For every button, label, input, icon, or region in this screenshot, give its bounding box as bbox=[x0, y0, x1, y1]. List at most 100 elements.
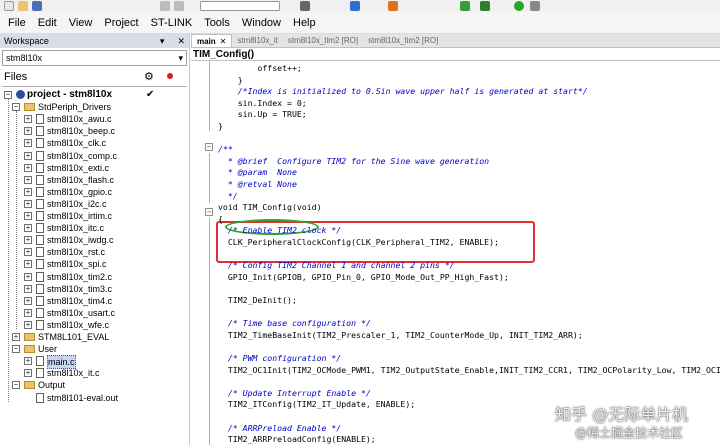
tree-file-item[interactable]: + stm8l10x_tim3.c bbox=[0, 283, 188, 295]
expand-icon[interactable]: + bbox=[24, 212, 32, 220]
tree-folder-item[interactable]: − StdPeriph_Drivers bbox=[0, 101, 188, 113]
tree-folder-item[interactable]: + STM8L101_EVAL bbox=[0, 331, 188, 343]
tree-folder-item[interactable]: − Output bbox=[0, 379, 188, 391]
expand-icon[interactable]: + bbox=[24, 115, 32, 124]
expand-icon[interactable]: + bbox=[24, 284, 32, 293]
collapse-icon[interactable]: − bbox=[12, 381, 20, 390]
watermark-line-2: @稀土掘金技术社区 bbox=[575, 426, 684, 440]
tree-folder-item[interactable]: − User bbox=[0, 343, 188, 355]
collapse-icon[interactable]: − bbox=[4, 91, 12, 99]
expand-icon[interactable]: + bbox=[24, 236, 32, 245]
save-icon[interactable] bbox=[32, 1, 42, 11]
expand-icon[interactable]: + bbox=[24, 308, 32, 317]
tree-file-item[interactable]: + stm8l10x_awu.c bbox=[0, 113, 188, 125]
menu-help[interactable]: Help bbox=[287, 12, 322, 34]
code-area[interactable]: − − offset++; } /*Index is initialized t… bbox=[191, 61, 720, 445]
menu-view[interactable]: View bbox=[63, 12, 99, 34]
fold-toggle-icon[interactable]: − bbox=[205, 143, 213, 151]
tree-file-item[interactable]: + stm8l10x_clk.c bbox=[0, 137, 188, 149]
tab-stm8l10x-tim2-ro-2[interactable]: stm8l10x_tim2 [RO] bbox=[363, 34, 443, 47]
tree-item-label: stm8l10x_iwdg.c bbox=[47, 235, 114, 246]
expand-icon[interactable]: + bbox=[24, 357, 32, 366]
tree-file-item[interactable]: + stm8l10x_exti.c bbox=[0, 162, 188, 174]
tree-item-label: stm8l10x_itc.c bbox=[47, 223, 105, 234]
chevron-down-icon: ▾ bbox=[178, 52, 183, 63]
menu-tools[interactable]: Tools bbox=[198, 12, 236, 34]
workspace-title: Workspace bbox=[4, 36, 49, 46]
expand-icon[interactable]: + bbox=[24, 260, 32, 269]
tree-file-item[interactable]: + stm8l10x_flash.c bbox=[0, 174, 188, 186]
tree-file-item[interactable]: + stm8l10x_rst.c bbox=[0, 246, 188, 258]
tree-item-label: stm8l10x_awu.c bbox=[47, 114, 112, 125]
tree-file-item[interactable]: + stm8l10x_tim4.c bbox=[0, 295, 188, 307]
expand-icon[interactable]: + bbox=[24, 296, 32, 305]
expand-icon[interactable]: + bbox=[24, 320, 32, 329]
expand-icon[interactable]: + bbox=[24, 151, 32, 160]
tab-main[interactable]: main ✕ bbox=[191, 34, 233, 47]
expand-icon[interactable]: + bbox=[24, 248, 32, 257]
folder-icon bbox=[24, 381, 35, 390]
function-navigator[interactable]: TIM_Config() bbox=[191, 48, 720, 61]
expand-icon[interactable]: + bbox=[24, 199, 32, 208]
collapse-icon[interactable]: − bbox=[12, 103, 20, 112]
expand-icon[interactable]: + bbox=[24, 127, 32, 136]
undo-icon[interactable] bbox=[160, 1, 170, 11]
expand-icon[interactable]: + bbox=[24, 163, 32, 172]
tree-file-item[interactable]: + stm8l10x_it.c bbox=[0, 367, 188, 379]
stop-icon[interactable] bbox=[530, 1, 540, 11]
file-icon bbox=[36, 138, 44, 149]
compile-icon[interactable] bbox=[480, 1, 490, 11]
workspace-config-select[interactable]: stm8l10x ▾ bbox=[2, 50, 187, 66]
gear-icon[interactable]: ⚙ bbox=[144, 70, 154, 83]
tab-stm8l10x-it[interactable]: stm8l10x_it bbox=[232, 34, 282, 47]
tree-file-item[interactable]: + stm8l10x_usart.c bbox=[0, 307, 188, 319]
tree-file-item[interactable]: + stm8l10x_gpio.c bbox=[0, 186, 188, 198]
menu-window[interactable]: Window bbox=[236, 12, 287, 34]
debug-icon[interactable] bbox=[388, 1, 398, 11]
expand-icon[interactable]: + bbox=[24, 272, 32, 281]
tree-item-label: stm8l10x_wfe.c bbox=[47, 319, 110, 330]
tree-file-item[interactable]: stm8l101-eval.out bbox=[0, 392, 188, 404]
tree-file-item[interactable]: + stm8l10x_beep.c bbox=[0, 125, 188, 137]
expand-icon[interactable]: + bbox=[12, 333, 20, 341]
find-icon[interactable] bbox=[300, 1, 310, 11]
tree-file-item[interactable]: + stm8l10x_i2c.c bbox=[0, 198, 188, 210]
tree-file-item[interactable]: + stm8l10x_irtim.c bbox=[0, 210, 188, 222]
tree-file-item[interactable]: + stm8l10x_tim2.c bbox=[0, 271, 188, 283]
open-file-icon[interactable] bbox=[18, 1, 28, 11]
panel-menu-icon[interactable]: ▾ bbox=[160, 36, 165, 46]
tab-stm8l10x-tim2-ro[interactable]: stm8l10x_tim2 [RO] bbox=[283, 34, 363, 47]
tree-file-item[interactable]: + main.c bbox=[0, 355, 188, 370]
expand-icon[interactable]: + bbox=[24, 175, 32, 184]
expand-icon[interactable]: + bbox=[24, 187, 32, 196]
status-dot-icon bbox=[167, 73, 173, 79]
download-debug-icon[interactable] bbox=[514, 1, 524, 11]
fold-toggle-icon[interactable]: − bbox=[205, 208, 213, 216]
tree-connector bbox=[8, 99, 9, 402]
tree-file-item[interactable]: + stm8l10x_iwdg.c bbox=[0, 234, 188, 246]
tree-file-item[interactable]: + stm8l10x_spi.c bbox=[0, 258, 188, 270]
tree-file-item[interactable]: + stm8l10x_comp.c bbox=[0, 150, 188, 162]
collapse-icon[interactable]: − bbox=[12, 345, 20, 354]
menu-file[interactable]: File bbox=[2, 12, 32, 34]
menu-st-link[interactable]: ST-LINK bbox=[145, 12, 199, 34]
bookmark-icon[interactable] bbox=[350, 1, 360, 11]
menu-edit[interactable]: Edit bbox=[32, 12, 63, 34]
make-icon[interactable] bbox=[460, 1, 470, 11]
file-icon bbox=[36, 186, 44, 197]
expand-icon[interactable]: + bbox=[24, 139, 32, 148]
close-tab-icon[interactable]: ✕ bbox=[220, 37, 227, 46]
search-combo[interactable] bbox=[200, 1, 280, 11]
expand-icon[interactable]: + bbox=[24, 224, 32, 233]
tree-file-item[interactable]: + stm8l10x_itc.c bbox=[0, 222, 188, 234]
files-column-header: Files ⚙ bbox=[0, 70, 189, 84]
new-file-icon[interactable] bbox=[4, 1, 14, 11]
menu-project[interactable]: Project bbox=[98, 12, 144, 34]
tree-project-item[interactable]: − project - stm8l10x ✔ bbox=[0, 89, 188, 101]
redo-icon[interactable] bbox=[174, 1, 184, 11]
file-icon bbox=[36, 247, 44, 258]
file-icon bbox=[36, 295, 44, 306]
tree-file-item[interactable]: + stm8l10x_wfe.c bbox=[0, 319, 188, 331]
close-icon[interactable]: ✕ bbox=[173, 36, 185, 46]
expand-icon[interactable]: + bbox=[24, 369, 32, 378]
